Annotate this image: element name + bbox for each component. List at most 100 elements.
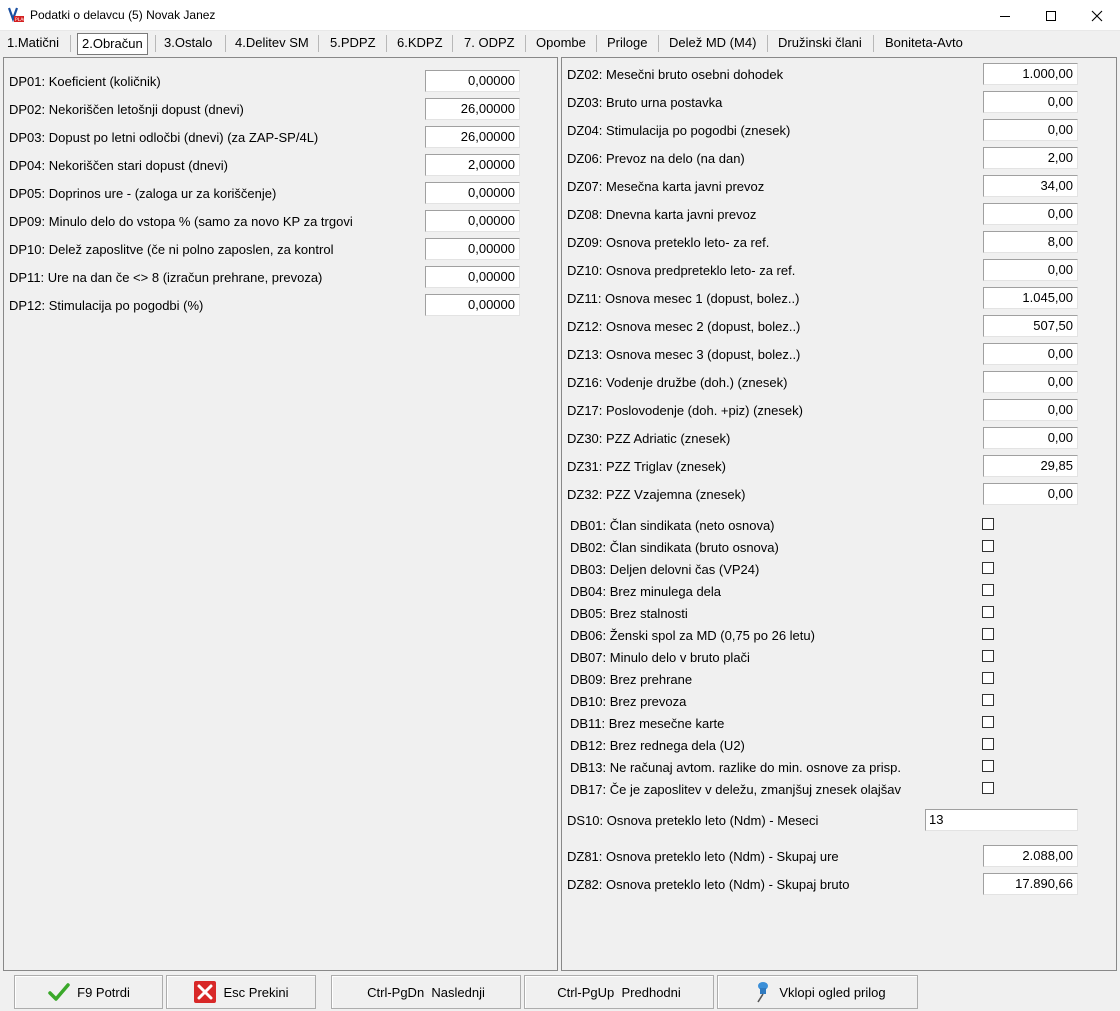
- dp02-label: DP02: Nekoriščen letošnji dopust (dnevi): [9, 102, 244, 117]
- previous-button[interactable]: Ctrl-PgUp Predhodni: [524, 975, 714, 1009]
- dz30-label: DZ30: PZZ Adriatic (znesek): [567, 431, 731, 446]
- db07-label: DB07: Minulo delo v bruto plači: [570, 650, 750, 665]
- dz32-field[interactable]: 0,00: [983, 483, 1078, 505]
- db10-checkbox[interactable]: [982, 694, 994, 706]
- app-logo-icon: PLAC: [8, 7, 25, 23]
- dp12-field[interactable]: 0,00000: [425, 294, 520, 316]
- dz81-field[interactable]: 2.088,00: [983, 845, 1078, 867]
- dz08-field[interactable]: 0,00: [983, 203, 1078, 225]
- dp01-field[interactable]: 0,00000: [425, 70, 520, 92]
- dz13-field[interactable]: 0,00: [983, 343, 1078, 365]
- tab-delitev-sm[interactable]: 4.Delitev SM: [235, 33, 309, 55]
- bottom-button-bar: F9 Potrdi Esc Prekini Ctrl-PgDn Naslednj…: [0, 972, 1120, 1011]
- db01-checkbox[interactable]: [982, 518, 994, 530]
- dz17-label: DZ17: Poslovodenje (doh. +piz) (znesek): [567, 403, 803, 418]
- minimize-icon: [1000, 15, 1010, 17]
- dz10-label: DZ10: Osnova predpreteklo leto- za ref.: [567, 263, 796, 278]
- db03-checkbox[interactable]: [982, 562, 994, 574]
- dp09-field[interactable]: 0,00000: [425, 210, 520, 232]
- tab-priloge[interactable]: Priloge: [607, 33, 647, 55]
- cancel-button-label: Esc Prekini: [223, 984, 289, 1000]
- dz31-field[interactable]: 29,85: [983, 455, 1078, 477]
- tab-bar: 1.Matični 2.Obračun 3.Ostalo 4.Delitev S…: [0, 31, 1120, 56]
- dz06-field[interactable]: 2,00: [983, 147, 1078, 169]
- tab-odpz[interactable]: 7. ODPZ: [464, 33, 515, 55]
- dz07-field[interactable]: 34,00: [983, 175, 1078, 197]
- db09-checkbox[interactable]: [982, 672, 994, 684]
- dz02-field[interactable]: 1.000,00: [983, 63, 1078, 85]
- window-title: Podatki o delavcu (5) Novak Janez: [30, 8, 216, 22]
- confirm-button[interactable]: F9 Potrdi: [14, 975, 163, 1009]
- tab-kdpz[interactable]: 6.KDPZ: [397, 33, 443, 55]
- tab-separator: [873, 35, 874, 52]
- dz03-field[interactable]: 0,00: [983, 91, 1078, 113]
- dz82-field[interactable]: 17.890,66: [983, 873, 1078, 895]
- dp10-field[interactable]: 0,00000: [425, 238, 520, 260]
- dz11-field[interactable]: 1.045,00: [983, 287, 1078, 309]
- dz30-field[interactable]: 0,00: [983, 427, 1078, 449]
- title-bar: PLAC Podatki o delavcu (5) Novak Janez: [0, 0, 1120, 31]
- db03-label: DB03: Deljen delovni čas (VP24): [570, 562, 760, 577]
- tab-pdpz[interactable]: 5.PDPZ: [330, 33, 376, 55]
- next-button[interactable]: Ctrl-PgDn Naslednji: [331, 975, 521, 1009]
- db06-checkbox[interactable]: [982, 628, 994, 640]
- db17-label: DB17: Če je zaposlitev v deležu, zmanjšu…: [570, 782, 901, 797]
- dz02-label: DZ02: Mesečni bruto osebni dohodek: [567, 67, 784, 82]
- dz12-label: DZ12: Osnova mesec 2 (dopust, bolez..): [567, 319, 801, 334]
- tab-separator: [386, 35, 387, 52]
- db13-label: DB13: Ne računaj avtom. razlike do min. …: [570, 760, 901, 775]
- dz04-field[interactable]: 0,00: [983, 119, 1078, 141]
- dp05-label: DP05: Doprinos ure - (zaloga ur za koriš…: [9, 186, 277, 201]
- dp05-field[interactable]: 0,00000: [425, 182, 520, 204]
- dp11-field[interactable]: 0,00000: [425, 266, 520, 288]
- minimize-button[interactable]: [982, 0, 1028, 31]
- dz13-label: DZ13: Osnova mesec 3 (dopust, bolez..): [567, 347, 801, 362]
- db02-checkbox[interactable]: [982, 540, 994, 552]
- dz12-field[interactable]: 507,50: [983, 315, 1078, 337]
- dz31-label: DZ31: PZZ Triglav (znesek): [567, 459, 726, 474]
- db17-checkbox[interactable]: [982, 782, 994, 794]
- db11-checkbox[interactable]: [982, 716, 994, 728]
- tab-obracun[interactable]: 2.Obračun: [77, 33, 148, 55]
- tab-boniteta-avto[interactable]: Boniteta-Avto: [885, 33, 963, 55]
- next-button-label: Ctrl-PgDn Naslednji: [367, 984, 485, 1000]
- dz09-label: DZ09: Osnova preteklo leto- za ref.: [567, 235, 770, 250]
- close-icon: [1091, 10, 1103, 21]
- cancel-button[interactable]: Esc Prekini: [166, 975, 316, 1009]
- dz17-field[interactable]: 0,00: [983, 399, 1078, 421]
- tab-ostalo[interactable]: 3.Ostalo: [164, 33, 212, 55]
- dz82-label: DZ82: Osnova preteklo leto (Ndm) - Skupa…: [567, 877, 850, 892]
- dz16-label: DZ16: Vodenje družbe (doh.) (znesek): [567, 375, 788, 390]
- tab-opombe[interactable]: Opombe: [536, 33, 586, 55]
- db13-checkbox[interactable]: [982, 760, 994, 772]
- db01-label: DB01: Član sindikata (neto osnova): [570, 518, 775, 533]
- dz07-label: DZ07: Mesečna karta javni prevoz: [567, 179, 765, 194]
- dp09-label: DP09: Minulo delo do vstopa % (samo za n…: [9, 214, 353, 229]
- ds10-field[interactable]: 13: [925, 809, 1078, 831]
- tab-druzinski-clani[interactable]: Družinski člani: [778, 33, 862, 55]
- db12-label: DB12: Brez rednega dela (U2): [570, 738, 745, 753]
- db06-label: DB06: Ženski spol za MD (0,75 po 26 letu…: [570, 628, 815, 643]
- db12-checkbox[interactable]: [982, 738, 994, 750]
- ds10-label: DS10: Osnova preteklo leto (Ndm) - Mesec…: [567, 813, 819, 828]
- db04-label: DB04: Brez minulega dela: [570, 584, 722, 599]
- tab-separator: [596, 35, 597, 52]
- dz09-field[interactable]: 8,00: [983, 231, 1078, 253]
- dz81-label: DZ81: Osnova preteklo leto (Ndm) - Skupa…: [567, 849, 839, 864]
- close-button[interactable]: [1074, 0, 1120, 31]
- dp03-field[interactable]: 26,00000: [425, 126, 520, 148]
- dp11-label: DP11: Ure na dan če <> 8 (izračun prehra…: [9, 270, 323, 285]
- dp04-field[interactable]: 2,00000: [425, 154, 520, 176]
- dp03-label: DP03: Dopust po letni odločbi (dnevi) (z…: [9, 130, 319, 145]
- tab-maticni[interactable]: 1.Matični: [7, 33, 59, 55]
- db05-checkbox[interactable]: [982, 606, 994, 618]
- checkmark-icon: [48, 983, 70, 1001]
- attachments-button[interactable]: Vklopi ogled prilog: [717, 975, 918, 1009]
- dz16-field[interactable]: 0,00: [983, 371, 1078, 393]
- tab-delez-md[interactable]: Delež MD (M4): [669, 33, 756, 55]
- db04-checkbox[interactable]: [982, 584, 994, 596]
- dz10-field[interactable]: 0,00: [983, 259, 1078, 281]
- db07-checkbox[interactable]: [982, 650, 994, 662]
- dp02-field[interactable]: 26,00000: [425, 98, 520, 120]
- maximize-button[interactable]: [1028, 0, 1074, 31]
